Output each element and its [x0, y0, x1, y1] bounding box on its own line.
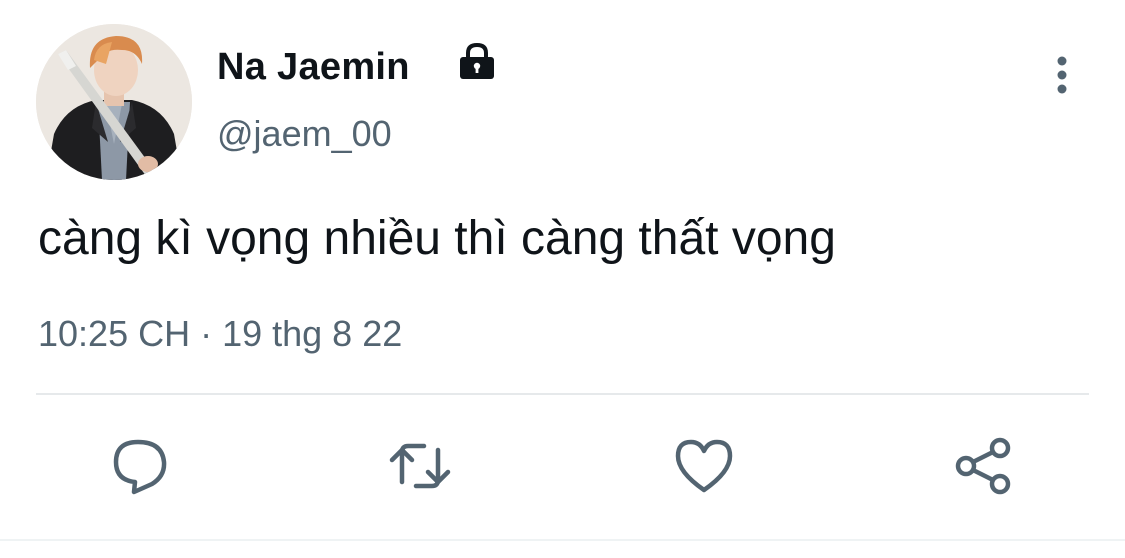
- tweet-card: Na Jaemin @jaem_00 càng kì vọng nhiều th…: [0, 0, 1125, 558]
- reply-icon: [113, 439, 167, 495]
- user-handle[interactable]: @jaem_00: [217, 112, 392, 156]
- divider: [36, 393, 1089, 395]
- tweet-timestamp[interactable]: 10:25 CH · 19 thg 8 22: [38, 312, 402, 356]
- reply-button[interactable]: [108, 434, 172, 498]
- like-button[interactable]: [672, 434, 736, 498]
- share-icon: [955, 437, 1011, 495]
- more-vertical-icon[interactable]: [1040, 52, 1084, 96]
- retweet-button[interactable]: [388, 434, 452, 498]
- bottom-divider: [0, 539, 1125, 541]
- tweet-text: càng kì vọng nhiều thì càng thất vọng: [38, 212, 836, 265]
- avatar[interactable]: [36, 24, 192, 180]
- share-button[interactable]: [952, 434, 1016, 498]
- heart-icon: [675, 439, 733, 493]
- lock-icon: [456, 41, 498, 83]
- display-name[interactable]: Na Jaemin: [217, 44, 410, 90]
- avatar-photo: [36, 24, 192, 180]
- retweet-icon: [389, 443, 451, 489]
